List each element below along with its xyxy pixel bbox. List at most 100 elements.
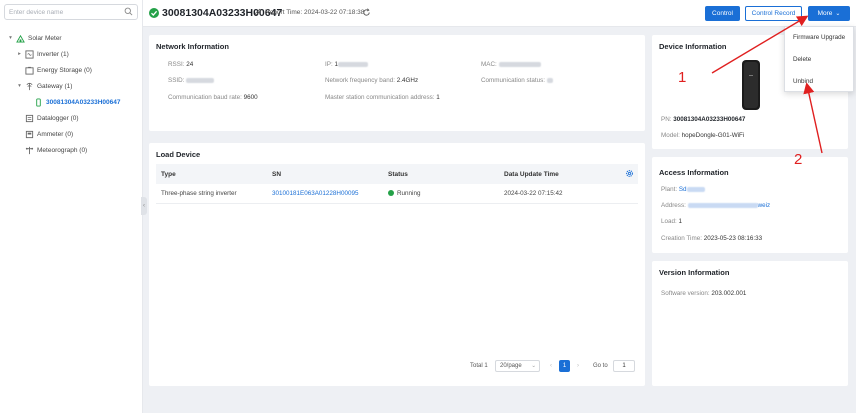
table-header: Type SN Status Data Update Time	[156, 164, 638, 184]
communication-status-field: Communication status:	[481, 77, 553, 84]
pn-value: 30081304A03233H00647	[673, 116, 746, 123]
model-value: hopeDongle-G01-WiFi	[681, 132, 745, 139]
gear-icon[interactable]	[625, 169, 634, 178]
datalogger-icon	[25, 114, 34, 122]
tree-item-label: Meteorograph (0)	[37, 146, 88, 154]
tree-item-dongle[interactable]: 30081304A03233H00647	[0, 94, 143, 110]
gateway-icon	[26, 82, 33, 90]
card-title: Access Information	[659, 168, 729, 177]
tree-item-solar-meter[interactable]: ▾ Solar Meter	[0, 30, 143, 46]
frequency-band-field: Network frequency band: 2.4GHz	[325, 77, 419, 84]
redacted-mask	[337, 61, 368, 67]
tree-item-inverter[interactable]: ▸ Inverter (1)	[0, 46, 143, 62]
chevron-down-icon: ⌄	[531, 363, 536, 369]
ammeter-icon	[25, 130, 34, 138]
tree-item-label: 30081304A03233H00647	[46, 98, 121, 106]
current-page-button[interactable]: 1	[559, 360, 570, 372]
software-version-value: 203.002.001	[711, 290, 747, 297]
redacted-mask	[498, 61, 541, 67]
page-size-select[interactable]: 20/page ⌄	[495, 360, 540, 372]
chevron-down-icon[interactable]: ▾	[16, 83, 23, 89]
search-icon[interactable]	[124, 7, 133, 18]
tree-item-label: Gateway (1)	[37, 82, 73, 90]
search-input[interactable]: Enter device name	[9, 9, 124, 16]
more-button-label: More	[817, 10, 833, 17]
version-information-card: Version Information Software version: 20…	[652, 261, 848, 386]
tree-item-gateway[interactable]: ▾ Gateway (1)	[0, 78, 143, 94]
goto-label: Go to	[593, 363, 608, 369]
dongle-icon	[36, 97, 41, 107]
chevron-down-icon[interactable]: ▾	[7, 35, 14, 41]
device-search[interactable]: Enter device name	[4, 4, 138, 20]
redacted-mask	[686, 186, 705, 192]
menu-item-delete[interactable]: Delete	[785, 49, 853, 71]
plant-icon	[16, 34, 25, 43]
creation-time-field: Creation Time: 2023-05-23 08:16:33	[661, 235, 763, 242]
card-title: Version Information	[659, 268, 730, 277]
page-header: 30081304A03233H00647 Report Time: 2024-0…	[143, 0, 856, 27]
report-time: Report Time: 2024-03-22 07:18:38	[265, 9, 365, 16]
cell-status: Running	[388, 190, 504, 197]
ssid-field: SSID:	[168, 77, 215, 84]
status-text: Running	[397, 190, 421, 197]
page-size-value: 20/page	[500, 363, 522, 369]
menu-item-unbind[interactable]: Unbind	[785, 71, 853, 93]
tree-item-datalogger[interactable]: Datalogger (0)	[0, 110, 143, 126]
tree-item-label: Datalogger (0)	[37, 114, 79, 122]
menu-item-firmware-upgrade[interactable]: Firmware Upgrade	[785, 27, 853, 49]
load-device-card: Load Device Type SN Status Data Update T…	[149, 143, 645, 386]
creation-value: 2023-05-23 08:16:33	[703, 235, 763, 242]
control-record-button[interactable]: Control Record	[745, 6, 802, 21]
annotation-number-1: 1	[678, 69, 687, 86]
more-button[interactable]: More ⌄	[808, 6, 850, 21]
column-header: Status	[388, 170, 408, 178]
baud-value: 9600	[243, 94, 258, 101]
plant-field: Plant: Sd	[661, 186, 705, 193]
model-field: Model: hopeDongle-G01-WiFi	[661, 132, 745, 139]
baud-rate-field: Communication baud rate: 9600	[168, 94, 258, 101]
battery-icon	[25, 66, 34, 75]
control-button[interactable]: Control	[705, 6, 740, 21]
band-value: 2.4GHz	[396, 77, 419, 84]
tree-item-meteorograph[interactable]: Meteorograph (0)	[0, 142, 143, 158]
redacted-mask	[186, 77, 215, 83]
tree-item-energy-storage[interactable]: Energy Storage (0)	[0, 62, 143, 78]
table-row[interactable]: Three-phase string inverter 30100181E063…	[156, 184, 638, 204]
refresh-icon[interactable]	[362, 8, 371, 17]
column-header: Data Update Time	[504, 170, 559, 178]
rssi-value: 24	[186, 61, 194, 68]
tree-item-label: Ammeter (0)	[37, 130, 74, 138]
pn-field: PN: 30081304A03233H00647	[661, 116, 746, 123]
prev-page-button[interactable]: ‹	[546, 360, 556, 372]
tree-item-ammeter[interactable]: Ammeter (0)	[0, 126, 143, 142]
master-value: 1	[436, 94, 440, 101]
sidebar-collapse-handle[interactable]: ‹	[141, 197, 147, 215]
card-title: Network Information	[156, 42, 229, 51]
load-device-table: Type SN Status Data Update Time Three-ph…	[156, 164, 638, 204]
ip-field: IP: 1	[325, 61, 368, 68]
goto-page-input[interactable]: 1	[613, 360, 635, 372]
chevron-down-icon: ⌄	[835, 11, 841, 17]
card-title: Device Information	[659, 42, 727, 51]
running-status-icon	[388, 190, 394, 197]
column-header: SN	[272, 170, 282, 178]
load-value: 1	[678, 218, 683, 225]
rssi-field: RSSI: 24	[168, 61, 194, 68]
address-field: Address: weiz	[661, 202, 771, 209]
mac-field: MAC:	[481, 61, 541, 68]
tree-item-label: Solar Meter	[28, 34, 62, 42]
redacted-mask	[687, 202, 758, 208]
meteorograph-icon	[25, 146, 34, 154]
sidebar: Enter device name ▾ Solar Meter ▸ Invert…	[0, 0, 143, 413]
sn-link[interactable]: 30100181E063A01228H00095	[272, 190, 388, 197]
network-information-card: Network Information RSSI: 24 IP: 1 MAC: …	[149, 35, 645, 131]
next-page-button[interactable]: ›	[573, 360, 583, 372]
master-address-field: Master station communication address: 1	[325, 94, 440, 101]
cell-update-time: 2024-03-22 07:15:42	[504, 190, 563, 197]
redacted-mask	[546, 77, 553, 83]
card-title: Load Device	[156, 150, 201, 159]
edit-icon[interactable]	[254, 8, 262, 16]
plant-value: Sd	[678, 186, 687, 193]
cell-type: Three-phase string inverter	[161, 190, 237, 197]
chevron-right-icon[interactable]: ▸	[16, 51, 23, 57]
